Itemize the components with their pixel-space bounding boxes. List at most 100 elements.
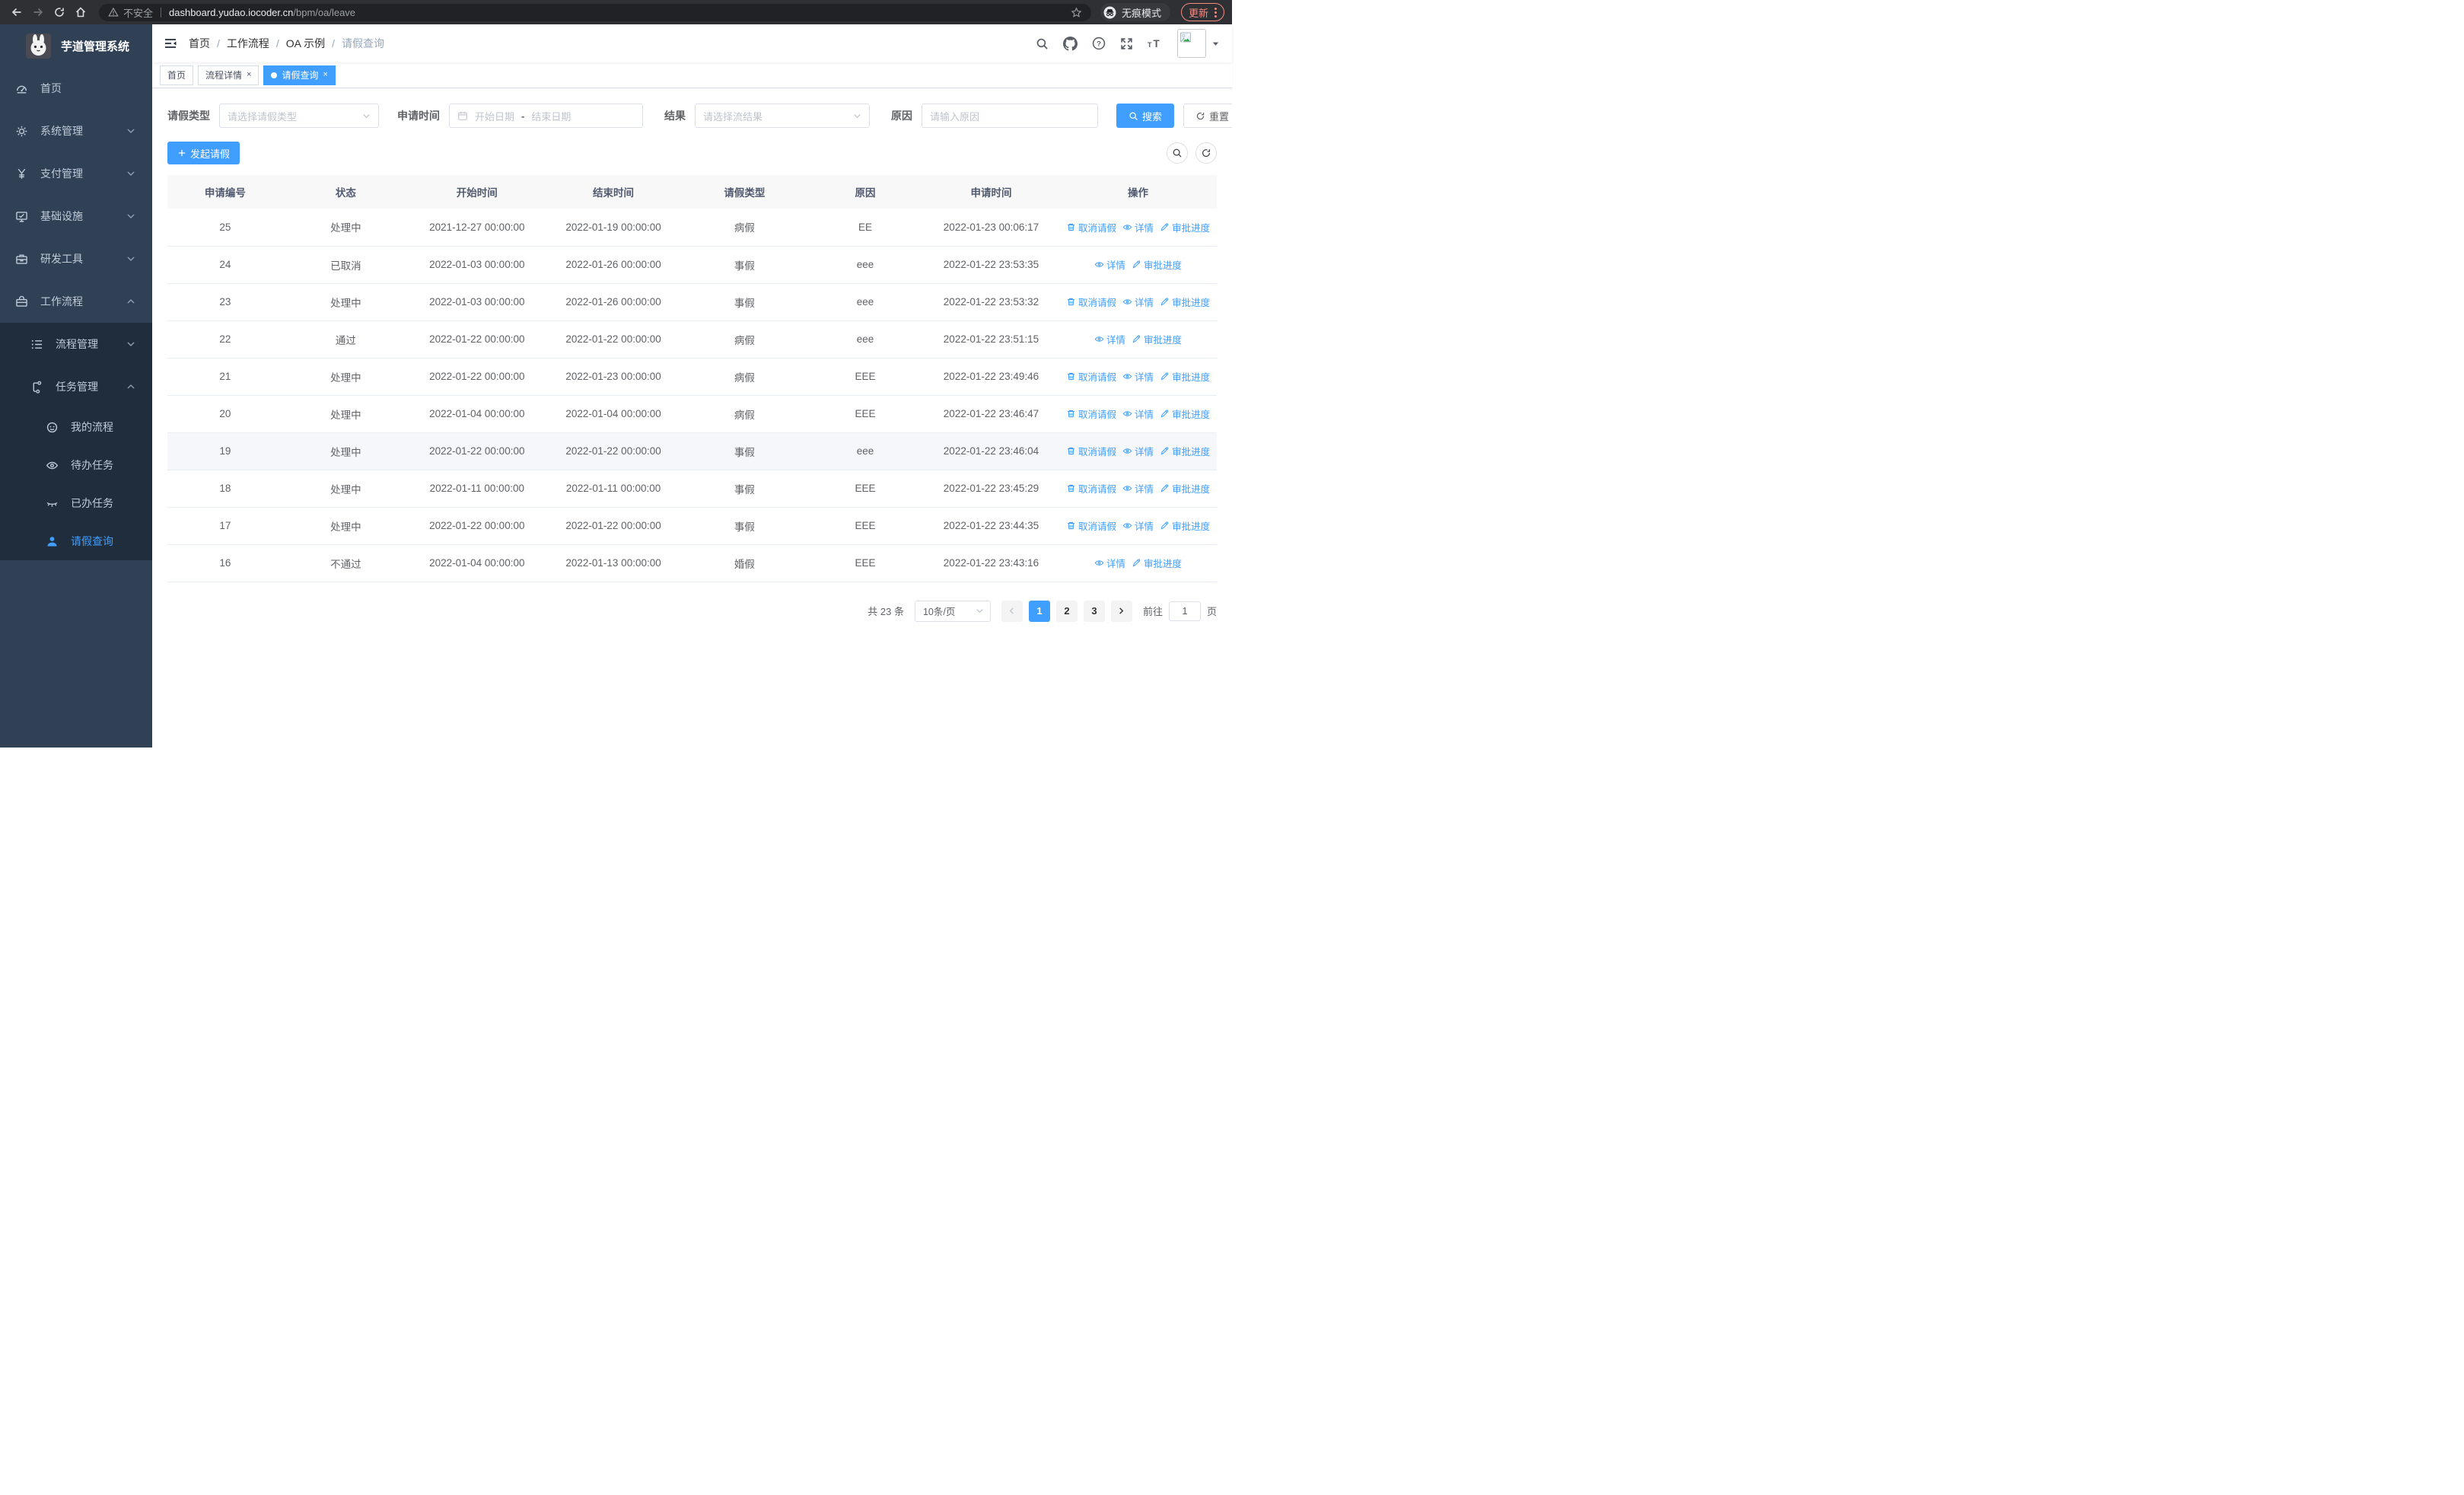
sidebar-item-my-process[interactable]: 我的流程 (0, 408, 152, 446)
tab-首页[interactable]: 首页 (160, 65, 194, 85)
cell-apply_time: 2022-01-22 23:51:15 (922, 320, 1060, 359)
svg-text:?: ? (1097, 40, 1101, 48)
action-detail-link[interactable]: 详情 (1122, 220, 1154, 234)
search-icon[interactable] (1036, 37, 1049, 50)
page-size-select[interactable]: 10条/页 (914, 600, 991, 622)
action-detail-link[interactable]: 详情 (1122, 295, 1154, 309)
close-icon[interactable]: × (247, 71, 251, 79)
sidebar-item-label: 已办任务 (71, 497, 113, 509)
breadcrumb-item[interactable]: 首页 (189, 36, 210, 51)
action-label: 详情 (1106, 260, 1126, 271)
fullscreen-icon[interactable] (1120, 37, 1133, 50)
action-progress-link[interactable]: 审批进度 (1160, 518, 1210, 533)
logo-area[interactable]: 芋道管理系统 (0, 24, 152, 67)
user-menu[interactable] (1177, 29, 1220, 58)
action-cancel-link[interactable]: 取消请假 (1066, 406, 1116, 421)
browser-menu-icon[interactable] (1214, 7, 1217, 18)
action-progress-link[interactable]: 审批进度 (1160, 406, 1210, 421)
tab-流程详情[interactable]: 流程详情 × (198, 65, 259, 85)
sidebar-item-infra[interactable]: 基础设施 (0, 195, 152, 237)
sidebar-item-payment[interactable]: 支付管理 (0, 152, 152, 195)
action-progress-link[interactable]: 审批进度 (1132, 332, 1182, 346)
bookmark-star-icon[interactable] (1071, 7, 1082, 18)
action-progress-link[interactable]: 审批进度 (1132, 257, 1182, 272)
browser-forward-icon[interactable] (29, 3, 47, 21)
sidebar-item-process-mgmt[interactable]: 流程管理 (0, 323, 152, 365)
sidebar-item-system[interactable]: 系统管理 (0, 110, 152, 152)
cell-type: 病假 (681, 209, 808, 247)
url-host: dashboard.yudao.iocoder.cn (169, 6, 294, 18)
action-cancel-link[interactable]: 取消请假 (1066, 518, 1116, 533)
action-detail-link[interactable]: 详情 (1122, 369, 1154, 384)
action-progress-link[interactable]: 审批进度 (1160, 481, 1210, 496)
browser-home-icon[interactable] (72, 3, 90, 21)
cell-apply_time: 2022-01-22 23:53:35 (922, 246, 1060, 284)
action-detail-link[interactable]: 详情 (1122, 518, 1154, 533)
action-cancel-link[interactable]: 取消请假 (1066, 481, 1116, 496)
action-cancel-link[interactable]: 取消请假 (1066, 444, 1116, 458)
cell-id: 17 (167, 507, 283, 545)
sidebar-collapse-icon[interactable] (152, 37, 189, 50)
action-cancel-link[interactable]: 取消请假 (1066, 295, 1116, 309)
sidebar-item-leave-query[interactable]: 请假查询 (0, 522, 152, 560)
sidebar-item-devtools[interactable]: 研发工具 (0, 237, 152, 280)
action-progress-link[interactable]: 审批进度 (1160, 444, 1210, 458)
cell-reason: eee (807, 432, 923, 470)
url-bar[interactable]: 不安全 dashboard.yudao.iocoder.cn /bpm/oa/l… (99, 3, 1091, 21)
edit-icon (1160, 483, 1170, 493)
sidebar-item-workflow[interactable]: 工作流程 (0, 280, 152, 323)
cell-apply_time: 2022-01-22 23:46:04 (922, 432, 1060, 470)
page-1-button[interactable]: 1 (1028, 600, 1050, 622)
breadcrumb-item[interactable]: OA 示例 (286, 36, 325, 51)
breadcrumb-item: 请假查询 (342, 37, 385, 49)
action-detail-link[interactable]: 详情 (1122, 406, 1154, 421)
sidebar-item-done-tasks[interactable]: 已办任务 (0, 484, 152, 522)
sidebar-item-label: 基础设施 (40, 210, 83, 222)
refresh-table-button[interactable] (1195, 142, 1217, 164)
view-icon (1122, 483, 1132, 493)
next-page-button[interactable] (1110, 600, 1132, 622)
action-detail-link[interactable]: 详情 (1122, 444, 1154, 458)
action-progress-link[interactable]: 审批进度 (1160, 369, 1210, 384)
chevron-down-icon (126, 339, 135, 349)
cell-reason: EEE (807, 507, 923, 545)
sidebar-item-home[interactable]: 首页 (0, 67, 152, 110)
browser-update-button[interactable]: 更新 (1180, 3, 1224, 21)
reason-input[interactable]: 请输入原因 (922, 104, 1098, 128)
sidebar-item-label: 研发工具 (40, 253, 83, 265)
browser-reload-icon[interactable] (50, 3, 68, 21)
action-cancel-link[interactable]: 取消请假 (1066, 220, 1116, 234)
help-icon[interactable]: ? (1092, 37, 1106, 50)
sidebar-item-todo-tasks[interactable]: 待办任务 (0, 446, 152, 484)
create-leave-button[interactable]: 发起请假 (167, 142, 240, 164)
action-detail-link[interactable]: 详情 (1094, 257, 1125, 272)
page-3-button[interactable]: 3 (1083, 600, 1105, 622)
goto-page-input[interactable] (1168, 601, 1201, 621)
action-detail-link[interactable]: 详情 (1094, 332, 1125, 346)
cell-reason: EEE (807, 395, 923, 433)
action-progress-link[interactable]: 审批进度 (1160, 220, 1210, 234)
font-size-icon[interactable]: TT (1148, 37, 1163, 50)
breadcrumb-item[interactable]: 工作流程 (227, 36, 269, 51)
action-detail-link[interactable]: 详情 (1094, 556, 1125, 570)
leave-type-select[interactable]: 请选择请假类型 (219, 104, 379, 128)
action-progress-link[interactable]: 审批进度 (1132, 556, 1182, 570)
github-icon[interactable] (1063, 36, 1078, 51)
search-button[interactable]: 搜索 (1116, 104, 1175, 128)
reset-button[interactable]: 重置 (1183, 104, 1232, 128)
action-detail-link[interactable]: 详情 (1122, 481, 1154, 496)
date-range-picker[interactable]: 开始日期 - 结束日期 (449, 104, 643, 128)
toggle-search-button[interactable] (1167, 142, 1188, 164)
prev-page-button[interactable] (1001, 600, 1023, 622)
action-cancel-link[interactable]: 取消请假 (1066, 369, 1116, 384)
result-select[interactable]: 请选择流结果 (695, 104, 870, 128)
close-icon[interactable]: × (323, 71, 327, 79)
tab-请假查询[interactable]: 请假查询 × (263, 65, 336, 85)
cell-type: 事假 (681, 470, 808, 508)
browser-back-icon[interactable] (8, 3, 26, 21)
sidebar-item-task-mgmt[interactable]: 任务管理 (0, 365, 152, 408)
action-progress-link[interactable]: 审批进度 (1160, 295, 1210, 309)
page-2-button[interactable]: 2 (1055, 600, 1078, 622)
cell-start: 2022-01-22 00:00:00 (409, 320, 546, 359)
end-date-placeholder: 结束日期 (531, 110, 571, 123)
